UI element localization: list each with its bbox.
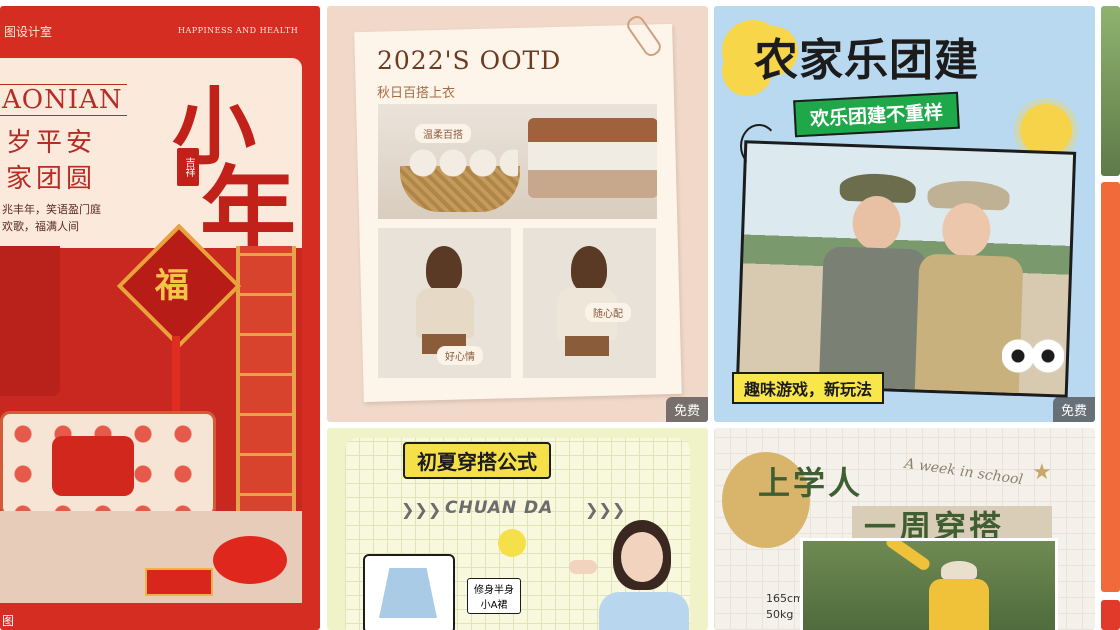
template-card-ootd[interactable]: 2022'S OOTD 秋日百搭上衣 温柔百搭 好心情 随心配 免费 <box>327 6 708 422</box>
tagline-text: HAPPINESS AND HEALTH <box>178 26 299 35</box>
googly-eyes-icon <box>1002 336 1064 376</box>
cushion <box>52 436 134 496</box>
student-hat <box>941 561 977 579</box>
team-caption-banner: 趣味游戏，新玩法 <box>732 372 885 404</box>
knitwear-photo <box>378 104 657 219</box>
headline-line1: 岁平安 <box>6 128 97 158</box>
team-subtitle-text: 欢乐团建不重样 <box>809 101 944 131</box>
model-face <box>621 532 663 582</box>
sweater-stack <box>528 118 657 198</box>
seal-stamp: 吉祥 <box>177 148 199 186</box>
tag-good-mood-text: 好心情 <box>445 352 475 363</box>
bottom-label: 图 <box>2 614 15 628</box>
template-card-school-week[interactable]: 上学人 一周穿搭 A week in school ★ 165cm 50kg <box>714 428 1095 630</box>
tag-gentle-text: 温柔百搭 <box>423 130 463 141</box>
person-right-face <box>941 202 992 258</box>
model-photo <box>569 520 699 630</box>
model-hair <box>571 246 607 292</box>
tag-casual-text: 随心配 <box>593 309 623 320</box>
model-sweater <box>416 288 474 338</box>
free-badge: 免费 <box>665 397 708 422</box>
summer-title: 初夏穿搭公式 <box>417 450 537 474</box>
brand-text: 图设计室 <box>4 25 53 39</box>
template-card-partial-middle[interactable] <box>1101 182 1120 592</box>
sun-icon <box>1020 104 1072 156</box>
student-arm <box>884 541 932 573</box>
model-shorts <box>565 336 609 356</box>
skirt-label-line1: 修身半身 <box>474 585 514 596</box>
chevrons-left-icon: ❯❯❯ <box>401 500 442 519</box>
team-subtitle-banner: 欢乐团建不重样 <box>793 91 960 138</box>
ootd-title: 2022'S OOTD <box>377 46 562 75</box>
template-card-summer-outfit[interactable]: 初夏穿搭公式 CHUAN DA ❯❯❯ ❯❯❯ 修身半身 小A裙 <box>327 428 708 630</box>
star-icon: ★ <box>1032 460 1052 485</box>
pointing-hand <box>569 560 597 574</box>
skirt-label-line2: 小A裙 <box>480 600 508 611</box>
model-hair <box>426 246 462 292</box>
seal-text: 吉祥 <box>183 157 194 177</box>
student-photo <box>800 538 1058 630</box>
body-line2: 欢歌，福满人间 <box>2 220 79 233</box>
summer-title-box: 初夏穿搭公式 <box>403 442 551 479</box>
skirt-label: 修身半身 小A裙 <box>467 578 521 614</box>
ootd-subtitle: 秋日百搭上衣 <box>377 86 456 101</box>
model-top <box>599 592 689 630</box>
template-card-partial-top[interactable] <box>1101 6 1120 176</box>
tag-casual: 随心配 <box>585 303 631 322</box>
template-card-team-building[interactable]: 农家乐团建 欢乐团建不重样 趣味游戏，新玩法 免费 <box>714 6 1095 422</box>
headline-line2: 家团圆 <box>6 164 97 194</box>
yarn-balls <box>408 148 518 178</box>
lantern-icon <box>213 536 287 584</box>
chevrons-right-icon: ❯❯❯ <box>585 500 626 519</box>
tag-good-mood: 好心情 <box>437 346 483 365</box>
team-title: 农家乐团建 <box>754 35 979 86</box>
gift-box <box>145 568 213 596</box>
stats-weight: 50kg <box>766 608 794 621</box>
denim-skirt <box>379 568 437 618</box>
fu-character: 福 <box>155 266 189 306</box>
tag-gentle: 温柔百搭 <box>415 124 471 143</box>
chuan-da-banner: CHUAN DA <box>445 498 554 518</box>
skirt-frame <box>363 554 455 630</box>
stats-height: 165cm <box>766 592 804 605</box>
free-badge: 免费 <box>1052 397 1095 422</box>
person-left-face <box>851 195 902 251</box>
person-left-shirt <box>818 246 928 390</box>
wall-arch <box>0 246 60 396</box>
template-card-new-year[interactable]: 图设计室 HAPPINESS AND HEALTH AONIAN 岁平安 家团圆… <box>0 6 320 630</box>
student-jacket <box>929 579 989 630</box>
flower-icon <box>501 532 523 554</box>
pinyin-text: AONIAN <box>0 84 127 116</box>
body-line1: 兆丰年，笑语盈门庭 <box>2 203 101 216</box>
school-title-line1: 上学人 <box>758 464 864 502</box>
team-caption-text: 趣味游戏，新玩法 <box>744 380 873 399</box>
template-card-partial-bottom[interactable] <box>1101 600 1120 630</box>
